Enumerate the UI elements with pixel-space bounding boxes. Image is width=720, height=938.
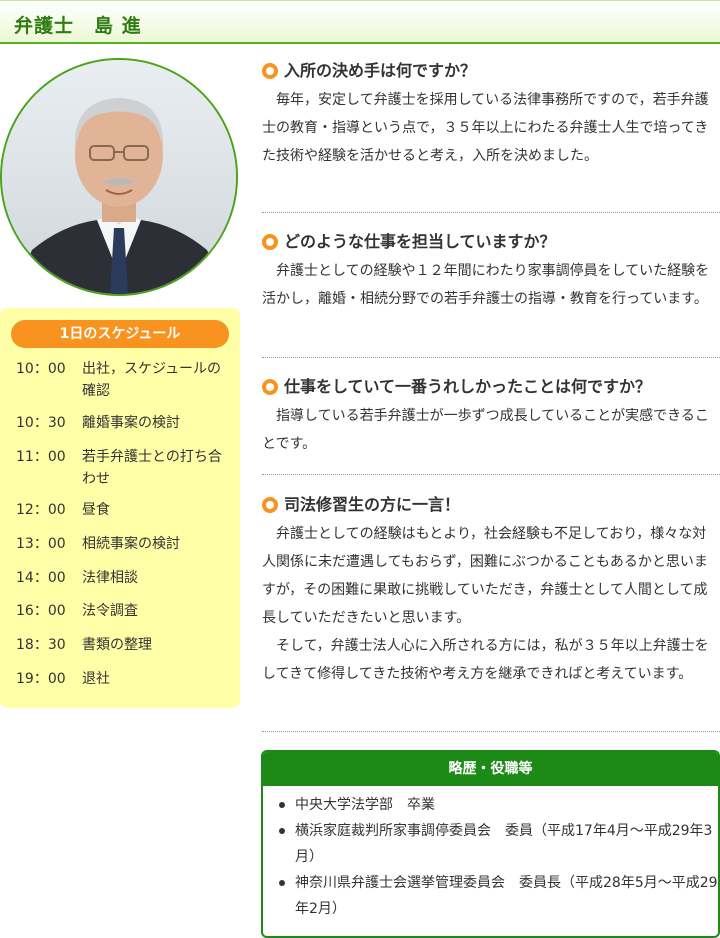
divider [262,212,720,213]
divider [262,731,720,732]
question-text: 司法修習生の方に一言！ [284,495,461,514]
question-heading: 仕事をしていて一番うれしかったことは何ですか？ [262,374,720,400]
schedule-task: 書類の整理 [82,637,152,653]
schedule-task: 若手弁護士との打ち合わせ [82,449,222,487]
answer-paragraph: 弁護士としての経験や１２年間にわたり家事調停員をしていた経験を活かし，離婚・相続… [262,263,710,307]
circle-bullet-icon [262,63,278,79]
schedule-time: 16：00 [16,603,66,619]
question-text: どのような仕事を担当していますか？ [284,232,556,251]
page-header: 弁護士 島 進 [0,0,720,44]
portrait-illustration [2,60,236,294]
circle-bullet-icon [262,379,278,395]
schedule-task: 退社 [82,671,110,687]
circle-bullet-icon [262,497,278,513]
qa-block: 入所の決め手は何ですか？ 毎年，安定して弁護士を採用している法律事務所ですので，… [262,58,720,170]
career-item: 神奈川県弁護士会選挙管理委員会 委員長（平成28年5月～平成29年2月） [279,870,718,922]
answer-paragraph: そして，弁護士法人心に入所される方には，私が３５年以上弁護士をしてきて修得してき… [262,638,709,682]
qa-block: どのような仕事を担当していますか？ 弁護士としての経験や１２年間にわたり家事調停… [262,229,720,313]
question-heading: 司法修習生の方に一言！ [262,492,720,518]
answer-paragraph: 弁護士としての経験はもとより，社会経験も不足しており，様々な対人関係に未だ遭遇し… [262,526,708,626]
schedule-time: 18：30 [16,637,66,653]
qa-block: 司法修習生の方に一言！ 弁護士としての経験はもとより，社会経験も不足しており，様… [262,492,720,688]
schedule-task: 相続事案の検討 [82,536,180,552]
career-item: 中央大学法学部 卒業 [279,792,718,818]
circle-bullet-icon [262,234,278,250]
career-title: 略歴・役職等 [263,752,718,786]
answer-paragraph: 毎年，安定して弁護士を採用している法律事務所ですので，若手弁護士の教育・指導とい… [262,92,709,164]
question-heading: 入所の決め手は何ですか？ [262,58,720,84]
qa-block: 仕事をしていて一番うれしかったことは何ですか？ 指導している若手弁護士が一歩ずつ… [262,374,720,458]
schedule-time: 11：00 [16,449,66,465]
schedule-task: 法令調査 [82,603,138,619]
answer-text: 弁護士としての経験はもとより，社会経験も不足しており，様々な対人関係に未だ遭遇し… [262,520,720,688]
answer-text: 毎年，安定して弁護士を採用している法律事務所ですので，若手弁護士の教育・指導とい… [262,86,720,170]
schedule-task: 昼食 [82,502,110,518]
schedule-time: 14：00 [16,570,66,586]
schedule-title: 1日のスケジュール [11,320,229,348]
question-text: 仕事をしていて一番うれしかったことは何ですか？ [284,377,652,396]
lawyer-portrait-photo [0,58,238,296]
schedule-time: 10：30 [16,415,66,431]
question-heading: どのような仕事を担当していますか？ [262,229,720,255]
career-box: 略歴・役職等 中央大学法学部 卒業 横浜家庭裁判所家事調停委員会 委員（平成17… [261,750,720,938]
schedule-task: 出社，スケジュールの確認 [82,361,222,399]
schedule-time: 12：00 [16,502,66,518]
divider [262,474,720,475]
career-list: 中央大学法学部 卒業 横浜家庭裁判所家事調停委員会 委員（平成17年4月～平成2… [263,792,718,922]
answer-paragraph: 指導している若手弁護士が一歩ずつ成長していることが実感できることです。 [262,408,709,452]
daily-schedule-panel: 1日のスケジュール 10：00 出社，スケジュールの確認 10：30 離婚事案の… [0,308,240,708]
schedule-task: 離婚事案の検討 [82,415,180,431]
question-text: 入所の決め手は何ですか？ [284,61,477,80]
divider [262,357,720,358]
page-title: 弁護士 島 進 [14,15,142,37]
answer-text: 指導している若手弁護士が一歩ずつ成長していることが実感できることです。 [262,402,720,458]
schedule-time: 19：00 [16,671,66,687]
schedule-time: 10：00 [16,361,66,377]
answer-text: 弁護士としての経験や１２年間にわたり家事調停員をしていた経験を活かし，離婚・相続… [262,257,720,313]
schedule-time: 13：00 [16,536,66,552]
career-item: 横浜家庭裁判所家事調停委員会 委員（平成17年4月～平成29年3月） [279,818,718,870]
schedule-task: 法律相談 [82,570,138,586]
